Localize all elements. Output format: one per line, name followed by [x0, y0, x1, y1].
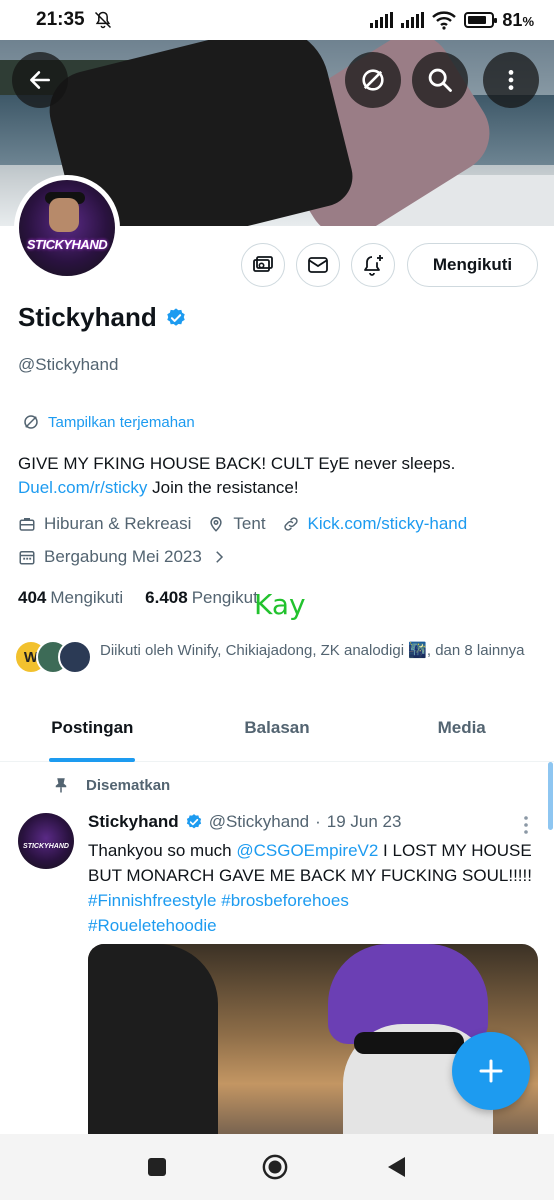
profile-name: Stickyhand: [18, 302, 157, 332]
system-nav-bar: [0, 1134, 554, 1200]
translate-label: Tampilkan terjemahan: [48, 413, 195, 431]
search-icon: [428, 68, 452, 92]
compose-button[interactable]: [452, 1032, 530, 1110]
followers-label: Pengikut: [191, 588, 258, 607]
post-hashtag[interactable]: #Roueletehoodie: [88, 916, 217, 935]
more-vertical-icon: [524, 816, 528, 834]
message-button[interactable]: [296, 243, 340, 287]
post-date: 19 Jun 23: [326, 812, 402, 831]
profile-handle: @Stickyhand: [18, 355, 119, 374]
post-hashtag[interactable]: #brosbeforehoes: [221, 891, 349, 910]
translate-icon: [362, 69, 384, 91]
following-label: Mengikuti: [50, 588, 124, 607]
post-author-avatar[interactable]: STICKYHAND: [18, 813, 74, 869]
more-vertical-icon: [508, 70, 514, 90]
post-mention[interactable]: @CSGOEmpireV2: [236, 841, 378, 860]
battery-icon: [464, 12, 498, 28]
notifications-muted-icon: [94, 11, 111, 29]
home-circle-icon: [262, 1154, 288, 1180]
bell-plus-icon: [364, 255, 383, 276]
pinned-label-row: Disematkan: [52, 775, 170, 795]
post-header: Stickyhand @Stickyhand · 19 Jun 23: [88, 812, 401, 832]
profile-website[interactable]: Kick.com/sticky-hand: [308, 514, 468, 534]
followed-by-row[interactable]: W Diikuti oleh Winify, Chikiajadong, ZK …: [14, 640, 534, 674]
square-icon: [148, 1158, 166, 1176]
tab-media[interactable]: Media: [369, 700, 554, 761]
following-button[interactable]: Mengikuti: [407, 243, 538, 287]
subscribe-button[interactable]: [241, 243, 285, 287]
profile-tabs: Postingan Balasan Media: [0, 700, 554, 762]
bio-line-1: GIVE MY FKING HOUSE BACK! CULT EyE never…: [18, 454, 456, 473]
verified-badge-icon: [186, 814, 201, 829]
notifications-button[interactable]: [351, 243, 395, 287]
search-button[interactable]: [412, 52, 468, 108]
scrollbar[interactable]: [548, 762, 553, 830]
pin-icon: [55, 778, 67, 793]
verified-badge-icon[interactable]: [165, 307, 187, 329]
bio-link[interactable]: Duel.com/r/sticky: [18, 478, 147, 497]
followed-by-text: Diikuti oleh Winify, Chikiajadong, ZK an…: [100, 642, 525, 659]
joined-date: Bergabung Mei 2023: [44, 547, 202, 566]
follower-avatars: W: [14, 640, 92, 674]
joined-date-row[interactable]: Bergabung Mei 2023: [18, 547, 228, 567]
translate-icon: [24, 415, 38, 429]
bio-line-2: Join the resistance!: [147, 478, 299, 497]
tab-postingan[interactable]: Postingan: [0, 700, 185, 761]
profile-category: Hiburan & Rekreasi: [44, 514, 192, 533]
triangle-back-icon: [388, 1157, 405, 1177]
post-text: Thankyou so much @CSGOEmpireV2 I LOST MY…: [88, 841, 532, 935]
translate-profile-button[interactable]: [345, 52, 401, 108]
tab-balasan[interactable]: Balasan: [185, 700, 370, 761]
status-time: 21:35: [36, 9, 85, 30]
back-button[interactable]: [12, 52, 68, 108]
back-nav-button[interactable]: [384, 1154, 410, 1180]
profile-bio: GIVE MY FKING HOUSE BACK! CULT EyE never…: [18, 452, 538, 500]
calendar-icon: [19, 551, 35, 565]
followers-stat[interactable]: 6.408 Pengikut: [145, 588, 258, 608]
profile-avatar[interactable]: STICKYHAND: [14, 175, 120, 281]
recents-button[interactable]: [144, 1154, 170, 1180]
post-avatar-logo-text: STICKYHAND: [23, 843, 69, 850]
follower-avatar: [58, 640, 92, 674]
location-pin-icon: [210, 516, 223, 532]
followers-count: 6.408: [145, 588, 188, 607]
home-button[interactable]: [262, 1154, 288, 1180]
chevron-right-icon: [216, 551, 223, 563]
post-author-name[interactable]: Stickyhand: [88, 812, 179, 832]
post-separator: ·: [315, 812, 321, 831]
mail-icon: [308, 257, 328, 273]
translate-bio-link[interactable]: Tampilkan terjemahan: [22, 413, 195, 431]
back-arrow-icon: [30, 71, 50, 89]
profile-name-row: Stickyhand: [18, 302, 187, 333]
overlay-handwritten-text: Kay: [254, 588, 306, 621]
avatar-logo-text: STICKYHAND: [26, 237, 108, 252]
battery-percent: 81: [502, 9, 523, 30]
profile-meta: Hiburan & Rekreasi Tent Kick.com/sticky-…: [18, 514, 483, 534]
status-bar: 21:35 81%: [0, 0, 554, 40]
plus-icon: [479, 1059, 503, 1083]
post-author-handle: @Stickyhand: [208, 812, 310, 831]
following-count: 404: [18, 588, 47, 607]
signal-icon: [370, 12, 394, 28]
pinned-label: Disematkan: [86, 776, 171, 794]
money-icon: [253, 256, 273, 272]
post-more-button[interactable]: [518, 814, 534, 841]
battery-unit: %: [522, 13, 534, 29]
post-hashtag[interactable]: #Finnishfreestyle: [88, 891, 217, 910]
follow-stats: 404 Mengikuti 6.408 Pengikut: [18, 588, 258, 608]
signal-2-icon: [401, 12, 425, 28]
following-stat[interactable]: 404 Mengikuti: [18, 588, 123, 608]
briefcase-icon: [19, 518, 35, 531]
more-options-button[interactable]: [483, 52, 539, 108]
wifi-icon: [432, 11, 457, 30]
link-icon: [283, 517, 298, 531]
profile-location: Tent: [233, 514, 266, 533]
